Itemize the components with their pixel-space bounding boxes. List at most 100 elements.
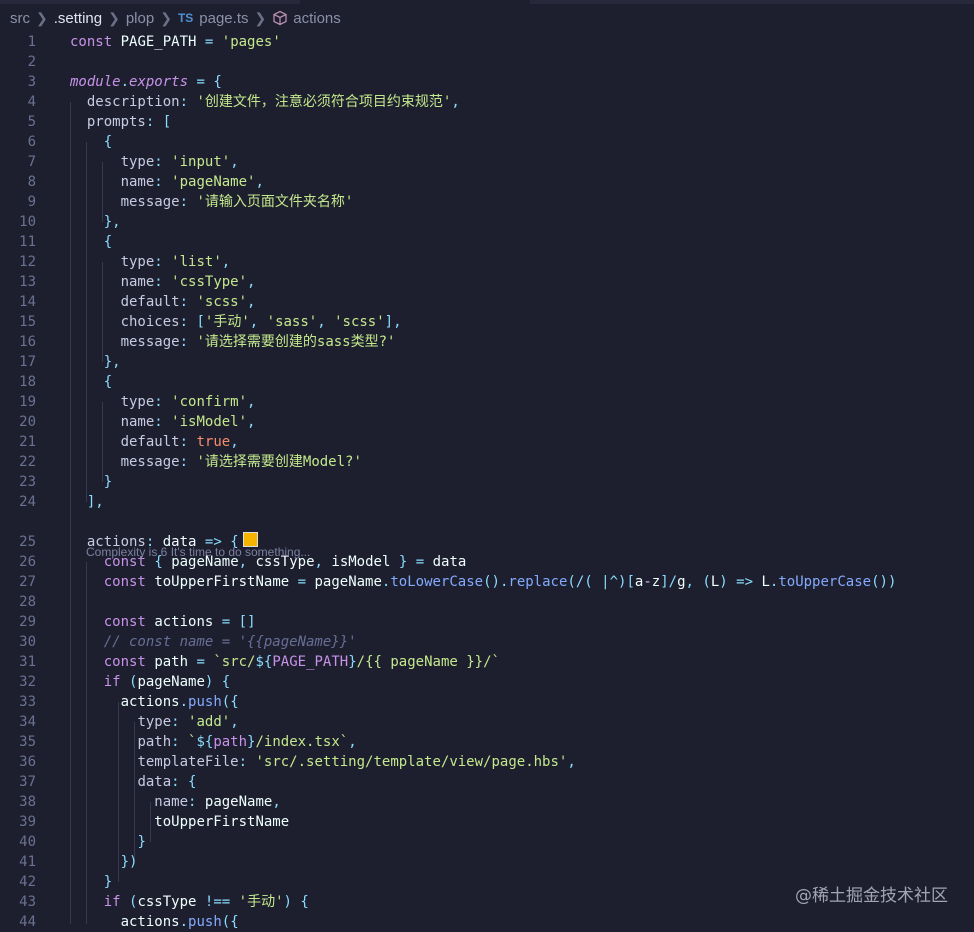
- code-line[interactable]: 1 const PAGE_PATH = 'pages': [0, 32, 974, 52]
- line-number: 20: [19, 414, 36, 430]
- line-number: 31: [19, 654, 36, 670]
- line-number: 29: [19, 614, 36, 630]
- code-line[interactable]: 19 type: 'confirm',: [0, 392, 974, 412]
- typescript-icon: TS: [177, 11, 194, 25]
- code-text: path: `${path}/index.tsx`,: [137, 734, 357, 750]
- code-line[interactable]: 5 prompts: [: [0, 112, 974, 132]
- code-line[interactable]: 35 path: `${path}/index.tsx`,: [0, 732, 974, 752]
- code-line[interactable]: 6 {: [0, 132, 974, 152]
- code-text: }: [137, 834, 146, 850]
- symbol-property-icon: [273, 10, 287, 26]
- code-line[interactable]: 44 actions.push({: [0, 912, 974, 932]
- line-number: 3: [27, 74, 36, 90]
- code-text: default: 'scss',: [120, 294, 256, 310]
- line-number: 23: [19, 474, 36, 490]
- breadcrumb-plop[interactable]: plop: [126, 10, 154, 27]
- code-line[interactable]: 14 default: 'scss',: [0, 292, 974, 312]
- code-line[interactable]: 11 {: [0, 232, 974, 252]
- line-number: 34: [19, 714, 36, 730]
- line-number: 16: [19, 334, 36, 350]
- line-number: 9: [27, 194, 36, 210]
- line-number: 8: [27, 174, 36, 190]
- code-text: name: 'isModel',: [120, 414, 256, 430]
- code-text: ],: [86, 494, 104, 510]
- code-line[interactable]: 29 const actions = []: [0, 612, 974, 632]
- breadcrumb-src[interactable]: src: [10, 10, 30, 27]
- code-line[interactable]: 31 const path = `src/${PAGE_PATH}/{{ pag…: [0, 652, 974, 672]
- watermark: @稀土掘金技术社区: [795, 886, 948, 906]
- line-number: 27: [19, 574, 36, 590]
- code-line[interactable]: 13 name: 'cssType',: [0, 272, 974, 292]
- code-line[interactable]: 8 name: 'pageName',: [0, 172, 974, 192]
- code-line[interactable]: 4 description: '创建文件，注意必须符合项目约束规范',: [0, 92, 974, 112]
- code-line[interactable]: 16 message: '请选择需要创建的sass类型?': [0, 332, 974, 352]
- code-text: actions.push({: [120, 694, 239, 710]
- code-line[interactable]: 27 const toUpperFirstName = pageName.toL…: [0, 572, 974, 592]
- code-text: name: pageName,: [154, 794, 281, 810]
- line-number: 38: [19, 794, 36, 810]
- line-number: 2: [27, 54, 36, 70]
- code-line[interactable]: 30 // const name = '{{pageName}}': [0, 632, 974, 652]
- code-line[interactable]: 20 name: 'isModel',: [0, 412, 974, 432]
- breadcrumb-symbol[interactable]: actions: [293, 10, 341, 27]
- code-text: const toUpperFirstName = pageName.toLowe…: [103, 574, 897, 590]
- code-line[interactable]: 7 type: 'input',: [0, 152, 974, 172]
- code-text: actions.push({: [120, 914, 239, 930]
- code-line[interactable]: 28: [0, 592, 974, 612]
- code-line[interactable]: 33 actions.push({: [0, 692, 974, 712]
- code-text: const actions = []: [103, 614, 256, 630]
- code-line[interactable]: 32 if (pageName) {: [0, 672, 974, 692]
- code-line[interactable]: 39 toUpperFirstName: [0, 812, 974, 832]
- code-text: },: [103, 354, 121, 370]
- breadcrumb-file[interactable]: page.ts: [199, 10, 248, 27]
- code-line[interactable]: 18 {: [0, 372, 974, 392]
- code-line[interactable]: 21 default: true,: [0, 432, 974, 452]
- code-text: type: 'confirm',: [120, 394, 256, 410]
- chevron-right-icon: ❯: [160, 9, 172, 26]
- code-text: if (cssType !== '手动') {: [103, 894, 309, 910]
- line-number: 25: [19, 534, 36, 550]
- code-line[interactable]: 37 data: {: [0, 772, 974, 792]
- line-number: 21: [19, 434, 36, 450]
- code-text: description: '创建文件，注意必须符合项目约束规范',: [86, 94, 460, 110]
- code-line[interactable]: 22 message: '请选择需要创建Model?': [0, 452, 974, 472]
- line-number: 36: [19, 754, 36, 770]
- code-line[interactable]: 10 },: [0, 212, 974, 232]
- breadcrumb: src ❯ .setting ❯ plop ❯ TS page.ts ❯ act…: [0, 4, 974, 32]
- code-line[interactable]: 41 }): [0, 852, 974, 872]
- code-text: if (pageName) {: [103, 674, 231, 690]
- code-text: {: [103, 234, 113, 250]
- line-number: 22: [19, 454, 36, 470]
- code-text: },: [103, 214, 121, 230]
- code-line[interactable]: 40 }: [0, 832, 974, 852]
- code-text: }): [120, 854, 138, 870]
- line-number: 15: [19, 314, 36, 330]
- line-number: 30: [19, 634, 36, 650]
- code-line[interactable]: 2: [0, 52, 974, 72]
- code-text: {: [103, 134, 113, 150]
- code-line[interactable]: 24 ],: [0, 492, 974, 512]
- code-line[interactable]: 36 templateFile: 'src/.setting/template/…: [0, 752, 974, 772]
- code-lens[interactable]: Complexity is 6 It's time to do somethin…: [86, 542, 310, 562]
- line-number: 17: [19, 354, 36, 370]
- line-number: 13: [19, 274, 36, 290]
- code-line[interactable]: 17 },: [0, 352, 974, 372]
- code-line[interactable]: 9 message: '请输入页面文件夹名称': [0, 192, 974, 212]
- line-number: 6: [27, 134, 36, 150]
- code-line[interactable]: 34 type: 'add',: [0, 712, 974, 732]
- line-number: 4: [27, 94, 36, 110]
- code-line[interactable]: 23 }: [0, 472, 974, 492]
- code-editor[interactable]: 1 const PAGE_PATH = 'pages' 2 3 module.expor…: [0, 32, 974, 930]
- line-number: 37: [19, 774, 36, 790]
- code-text: choices: ['手动', 'sass', 'scss'],: [120, 314, 402, 330]
- breadcrumb-setting[interactable]: .setting: [54, 10, 102, 27]
- code-line[interactable]: 3 module.exports = {: [0, 72, 974, 92]
- line-number: 19: [19, 394, 36, 410]
- code-text: templateFile: 'src/.setting/template/vie…: [137, 754, 576, 770]
- line-number: 26: [19, 554, 36, 570]
- code-line[interactable]: 12 type: 'list',: [0, 252, 974, 272]
- code-line[interactable]: 38 name: pageName,: [0, 792, 974, 812]
- code-line[interactable]: 15 choices: ['手动', 'sass', 'scss'],: [0, 312, 974, 332]
- code-text: module.exports = {: [70, 74, 222, 90]
- line-number: 7: [27, 154, 36, 170]
